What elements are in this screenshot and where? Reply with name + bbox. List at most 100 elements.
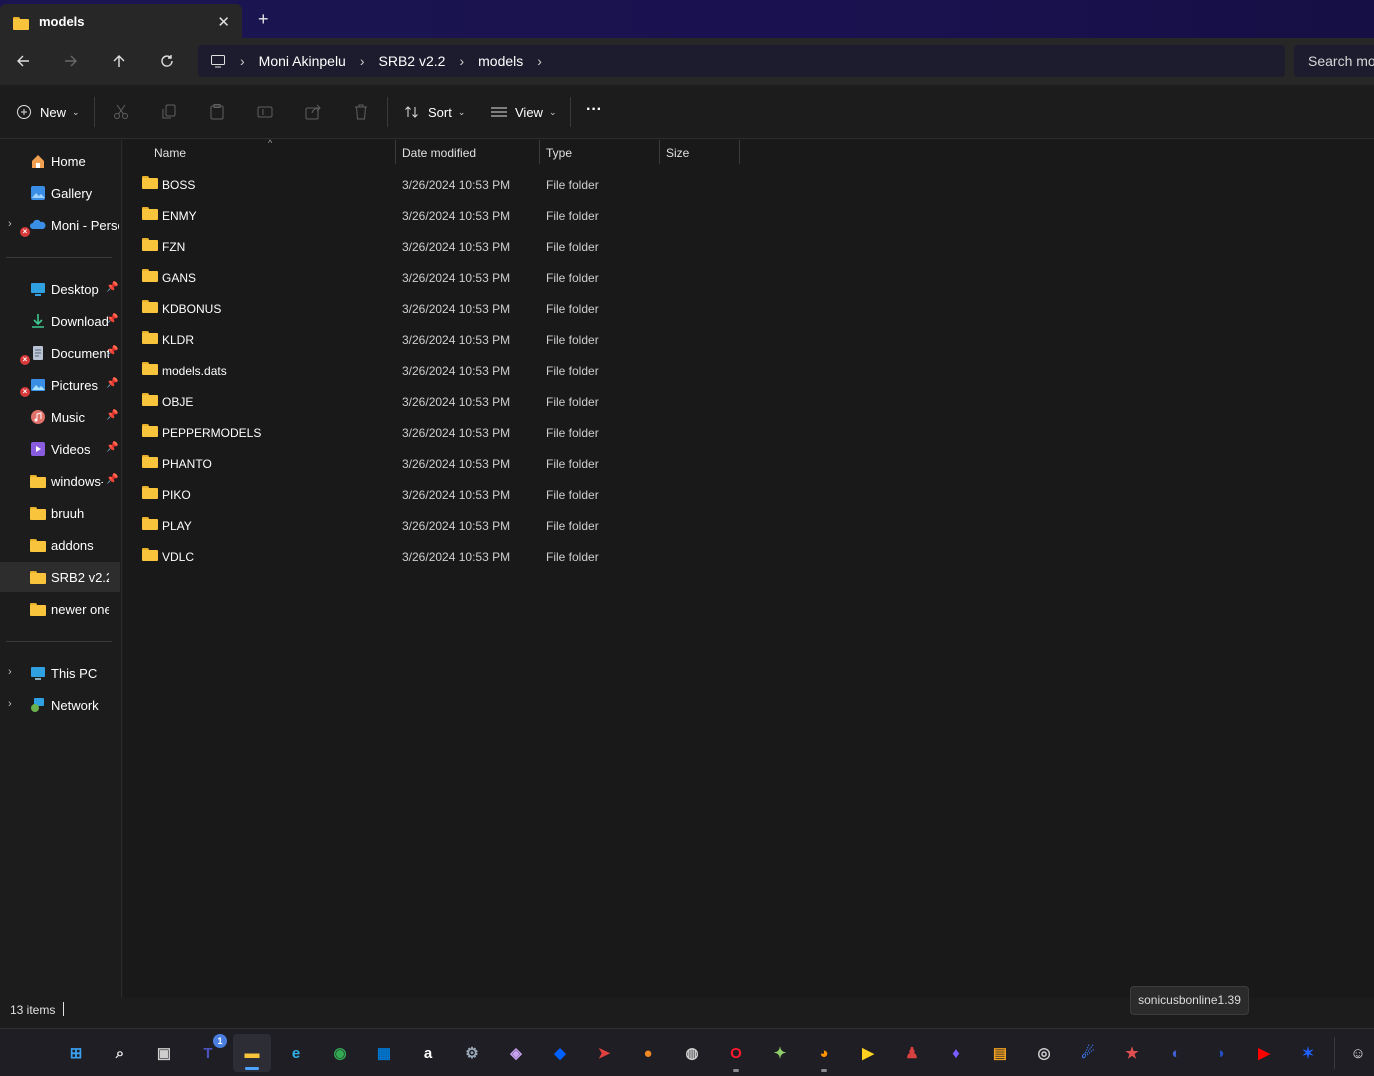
file-row[interactable]: PEPPERMODELS 3/26/2024 10:53 PM File folde… [135,417,735,448]
sidebar-item-network[interactable]: › Network [0,690,120,720]
column-header-date[interactable]: Date modified [402,146,476,160]
dropbox-icon[interactable]: ◆ [547,1040,573,1066]
sidebar-item-srb2[interactable]: SRB2 v2.2 [0,562,120,592]
cursor-app-icon[interactable]: ➤ [591,1040,617,1066]
file-row[interactable]: VDLC 3/26/2024 10:53 PM File folder [135,541,735,572]
sidebar-item-gallery[interactable]: Gallery [0,178,120,208]
task-view-icon[interactable]: ▣ [151,1040,177,1066]
new-tab-button[interactable]: + [258,9,269,30]
usb-game-icon[interactable]: ◐ [1163,1040,1189,1066]
breadcrumb-srb2[interactable]: SRB2 v2.2 [379,53,446,69]
more-options-icon[interactable]: ··· [586,99,602,121]
file-row[interactable]: BOSS 3/26/2024 10:53 PM File folder [135,169,735,200]
pin-icon[interactable]: 📌 [106,474,118,485]
pin-icon[interactable]: 📌 [106,378,118,389]
obs-icon[interactable]: ◎ [1031,1040,1057,1066]
address-bar[interactable]: › Moni Akinpelu › SRB2 v2.2 › models › [198,45,1285,77]
column-divider[interactable] [739,140,740,164]
column-divider[interactable] [539,140,540,164]
sidebar-item-downloads[interactable]: Downloads 📌 [0,306,120,336]
copy-button[interactable] [160,101,178,123]
cut-button[interactable] [112,101,130,123]
edge-icon[interactable]: e [283,1040,309,1066]
chevron-right-icon[interactable]: › [8,218,12,230]
youtube-icon[interactable]: ▶ [1251,1040,1277,1066]
chevron-right-icon[interactable]: › [8,666,12,678]
drop-app-icon[interactable]: ♦ [943,1040,969,1066]
pin-icon[interactable]: 📌 [106,346,118,357]
pin-icon[interactable]: 📌 [106,410,118,421]
game-app-4-icon[interactable]: ✶ [1295,1040,1321,1066]
game-app-2-icon[interactable]: ♟ [899,1040,925,1066]
sort-button[interactable]: Sort ⌄ [404,101,465,123]
column-header-size[interactable]: Size [666,146,689,160]
sidebar-item-windows-11[interactable]: windows-11 📌 [0,466,120,496]
chevron-right-icon[interactable]: › [360,53,365,69]
share-button[interactable] [304,101,322,123]
pin-icon[interactable]: 📌 [106,314,118,325]
file-row[interactable]: ENMY 3/26/2024 10:53 PM File folder [135,200,735,231]
search-icon[interactable]: ⌕ [107,1040,133,1066]
chevron-right-icon[interactable]: › [537,53,542,69]
view-button[interactable]: View ⌄ [490,101,557,123]
file-row[interactable]: FZN 3/26/2024 10:53 PM File folder [135,231,735,262]
scratch-cat-icon[interactable]: ● [635,1040,661,1066]
tab-models[interactable]: models ✕ [0,4,242,38]
notes-app-icon[interactable]: ▤ [987,1040,1013,1066]
store-icon[interactable]: ▦ [371,1040,397,1066]
column-header-name[interactable]: Name [154,146,186,160]
sonic-app-2-icon[interactable]: ◑ [1207,1040,1233,1066]
chrome-icon[interactable]: ◉ [327,1040,353,1066]
pin-icon[interactable]: 📌 [106,442,118,453]
rename-button[interactable] [256,101,274,123]
tray-app-icon[interactable]: ☺ [1345,1040,1371,1066]
column-header-type[interactable]: Type [546,146,572,160]
sidebar-item-bruuh[interactable]: bruuh [0,498,120,528]
sidebar-item-addons[interactable]: addons [0,530,120,560]
delete-button[interactable] [352,101,370,123]
pin-icon[interactable]: 📌 [106,282,118,293]
back-button[interactable] [12,50,34,72]
forward-button[interactable] [60,50,82,72]
file-row[interactable]: PIKO 3/26/2024 10:53 PM File folder [135,479,735,510]
file-row[interactable]: PHANTO 3/26/2024 10:53 PM File folder [135,448,735,479]
file-row[interactable]: GANS 3/26/2024 10:53 PM File folder [135,262,735,293]
teams-icon[interactable]: T1 [195,1034,227,1066]
breadcrumb-user[interactable]: Moni Akinpelu [259,53,346,69]
file-explorer-icon[interactable]: ▬ [233,1034,271,1072]
breadcrumb-models[interactable]: models [478,53,523,69]
player-app-icon[interactable]: ▶ [855,1040,881,1066]
game-app-3-icon[interactable]: ★ [1119,1040,1145,1066]
sidebar-item-videos[interactable]: Videos 📌 [0,434,120,464]
chevron-right-icon[interactable]: › [240,53,245,69]
sidebar-item-pictures[interactable]: × Pictures 📌 [0,370,120,400]
settings-icon[interactable]: ⚙ [459,1040,485,1066]
game-app-icon[interactable]: ✦ [767,1040,793,1066]
paint-icon[interactable]: ◈ [503,1040,529,1066]
new-button[interactable]: New ⌄ [16,101,80,123]
sidebar-item-home[interactable]: Home [0,146,120,176]
search-input[interactable]: Search models [1294,45,1374,77]
sidebar-item-onedrive[interactable]: › × Moni - Personal [0,210,120,240]
start-icon[interactable]: ⊞ [63,1040,89,1066]
column-divider[interactable] [395,140,396,164]
file-row[interactable]: models.dats 3/26/2024 10:53 PM File folder [135,355,735,386]
globe-app-icon[interactable]: ◍ [679,1040,705,1066]
file-row[interactable]: OBJE 3/26/2024 10:53 PM File folder [135,386,735,417]
file-row[interactable]: PLAY 3/26/2024 10:53 PM File folder [135,510,735,541]
sidebar-item-this-pc[interactable]: › This PC [0,658,120,688]
opera-icon[interactable]: O [723,1040,749,1072]
sidebar-item-newer-one[interactable]: newer one [0,594,120,624]
column-divider[interactable] [659,140,660,164]
paste-button[interactable] [208,101,226,123]
sidebar-item-documents[interactable]: × Documents 📌 [0,338,120,368]
amazon-icon[interactable]: a [415,1040,441,1066]
close-tab-icon[interactable]: ✕ [217,13,230,31]
up-button[interactable] [108,50,130,72]
sonic-app-icon[interactable]: ☄ [1075,1040,1101,1066]
file-row[interactable]: KLDR 3/26/2024 10:53 PM File folder [135,324,735,355]
firefox-icon[interactable]: ◕ [811,1040,837,1072]
refresh-button[interactable] [156,50,178,72]
file-row[interactable]: KDBONUS 3/26/2024 10:53 PM File folder [135,293,735,324]
sidebar-item-music[interactable]: Music 📌 [0,402,120,432]
